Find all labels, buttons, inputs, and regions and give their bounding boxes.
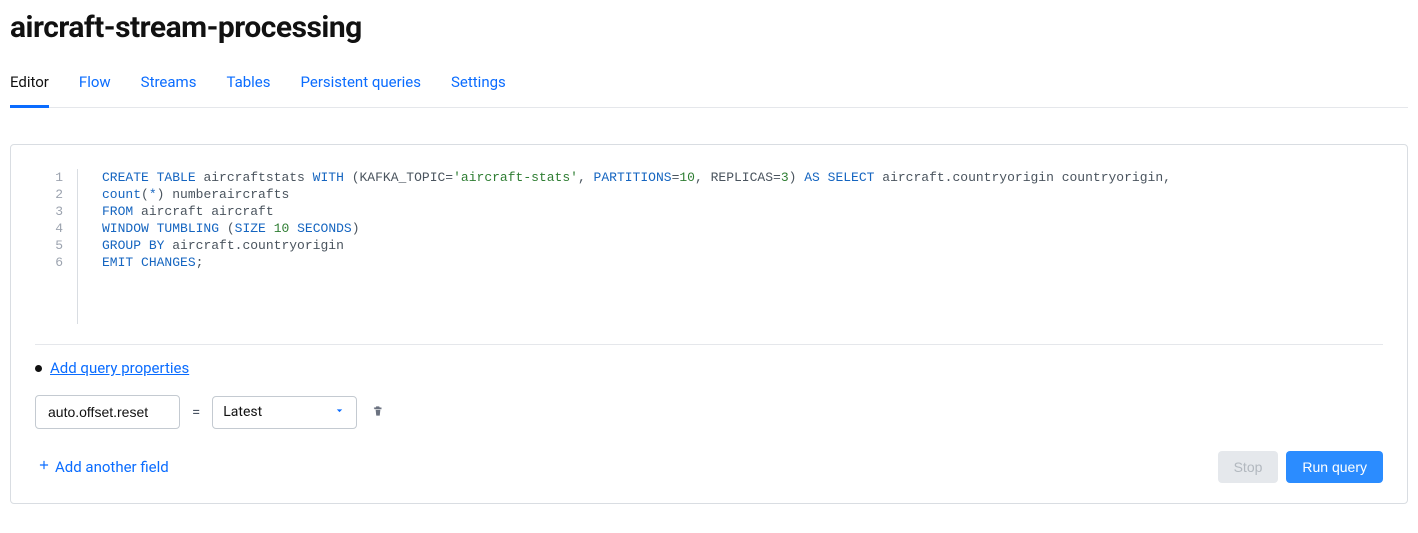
code-token: (KAFKA_TOPIC= — [344, 170, 453, 185]
bullet-icon — [35, 365, 42, 372]
code-token: FROM — [102, 204, 133, 219]
tab-flow[interactable]: Flow — [79, 73, 111, 108]
code-token: * — [149, 187, 157, 202]
code-token: CREATE — [102, 170, 149, 185]
chevron-down-icon — [333, 404, 346, 421]
code-token — [149, 170, 157, 185]
tab-settings[interactable]: Settings — [451, 73, 506, 108]
code-token — [141, 238, 149, 253]
code-token: PARTITIONS — [594, 170, 672, 185]
code-token: 'aircraft-stats' — [453, 170, 578, 185]
code-token — [289, 221, 297, 236]
code-token: ) — [789, 170, 805, 185]
code-token: aircraft.countryorigin countryorigin, — [874, 170, 1170, 185]
property-value-select[interactable]: Latest — [212, 396, 357, 429]
stop-button[interactable]: Stop — [1218, 451, 1279, 483]
select-value: Latest — [223, 404, 262, 420]
code-token — [266, 221, 274, 236]
code-editor[interactable]: 1 2 3 4 5 6 CREATE TABLE aircraftstats W… — [35, 169, 1383, 324]
code-token: TABLE — [157, 170, 196, 185]
equals-label: = — [192, 403, 200, 421]
line-number: 3 — [35, 203, 63, 220]
property-key-input[interactable] — [35, 395, 180, 429]
code-token: AS — [804, 170, 820, 185]
code-token — [149, 221, 157, 236]
action-buttons: Stop Run query — [1218, 451, 1383, 483]
line-number: 2 — [35, 186, 63, 203]
code-token: , — [578, 170, 594, 185]
code-token: 10 — [679, 170, 695, 185]
code-token: ( — [141, 187, 149, 202]
editor-panel: 1 2 3 4 5 6 CREATE TABLE aircraftstats W… — [10, 144, 1408, 504]
add-another-field-button[interactable]: Add another field — [37, 458, 169, 476]
code-token: GROUP — [102, 238, 141, 253]
tab-editor[interactable]: Editor — [10, 73, 49, 108]
code-token: , REPLICAS= — [695, 170, 781, 185]
code-token: ) numberaircrafts — [157, 187, 290, 202]
add-query-properties-row: Add query properties — [35, 359, 1383, 377]
code-token: BY — [149, 238, 165, 253]
page-title: aircraft-stream-processing — [10, 10, 1408, 45]
tab-persistent-queries[interactable]: Persistent queries — [301, 73, 421, 108]
code-token: CHANGES — [141, 255, 196, 270]
add-another-field-label: Add another field — [55, 458, 169, 476]
tab-tables[interactable]: Tables — [226, 73, 270, 108]
add-query-properties-link[interactable]: Add query properties — [50, 359, 189, 377]
code-token: aircraft aircraft — [133, 204, 273, 219]
code-token: aircraft.countryorigin — [164, 238, 343, 253]
code-token: 10 — [274, 221, 290, 236]
code-token: EMIT — [102, 255, 133, 270]
code-token: WITH — [313, 170, 344, 185]
code-token: SELECT — [828, 170, 875, 185]
code-token: SIZE — [235, 221, 266, 236]
code-content[interactable]: CREATE TABLE aircraftstats WITH (KAFKA_T… — [77, 169, 1383, 324]
line-gutter: 1 2 3 4 5 6 — [35, 169, 77, 324]
query-property-row: = Latest — [35, 395, 1383, 429]
code-token — [820, 170, 828, 185]
code-token: ( — [219, 221, 235, 236]
code-token — [133, 255, 141, 270]
code-token: WINDOW — [102, 221, 149, 236]
editor-footer: Add another field Stop Run query — [35, 451, 1383, 483]
trash-icon — [371, 403, 385, 422]
tab-bar: Editor Flow Streams Tables Persistent qu… — [10, 73, 1408, 108]
plus-icon — [37, 458, 51, 476]
code-token: TUMBLING — [157, 221, 219, 236]
line-number: 1 — [35, 169, 63, 186]
line-number: 6 — [35, 254, 63, 271]
code-token: count — [102, 187, 141, 202]
line-number: 4 — [35, 220, 63, 237]
code-token: ; — [196, 255, 204, 270]
code-token: ) — [352, 221, 360, 236]
code-token: SECONDS — [297, 221, 352, 236]
line-number: 5 — [35, 237, 63, 254]
run-query-button[interactable]: Run query — [1286, 451, 1383, 483]
delete-property-button[interactable] — [369, 403, 387, 421]
code-token: 3 — [781, 170, 789, 185]
tab-streams[interactable]: Streams — [141, 73, 197, 108]
divider — [35, 344, 1383, 345]
code-token: aircraftstats — [196, 170, 313, 185]
